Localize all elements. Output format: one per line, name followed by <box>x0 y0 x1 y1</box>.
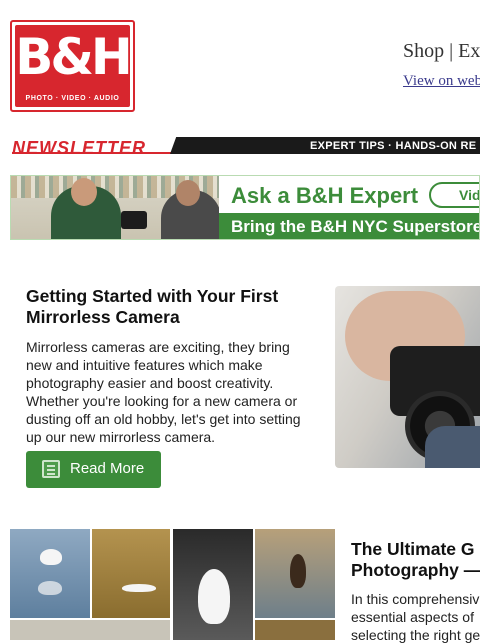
egret-shape <box>40 549 62 565</box>
bh-logo[interactable]: B&H PHOTO · VIDEO · AUDIO <box>10 20 135 112</box>
logo-badge: B&H PHOTO · VIDEO · AUDIO <box>15 25 133 107</box>
egret-reflection-shape <box>38 581 62 595</box>
header-links: Shop | Ex <box>403 40 480 63</box>
customer-head <box>176 180 200 206</box>
article2-title[interactable]: The Ultimate G Photography — <box>351 539 480 581</box>
article2-body-line2: essential aspects of <box>351 609 474 625</box>
video-chat-button[interactable]: Video <box>429 182 480 208</box>
newsletter-tagline: EXPERT TIPS · HANDS-ON RE <box>310 140 477 152</box>
article-icon <box>42 460 60 478</box>
expert-strip: Bring the B&H NYC Superstore Ri <box>219 213 480 239</box>
flying-bird-shape <box>122 584 156 592</box>
read-more-label: Read More <box>70 460 145 477</box>
logo-tagline: PHOTO · VIDEO · AUDIO <box>25 95 120 102</box>
egret-bw-photo <box>173 529 253 640</box>
article-title[interactable]: Getting Started with Your First Mirrorle… <box>26 286 316 328</box>
bird-photo-bottom-right <box>255 620 335 640</box>
ibis-photo <box>255 529 335 618</box>
ibis-shape <box>290 554 306 588</box>
article2-title-line1: The Ultimate G <box>351 539 475 559</box>
bird-photo-bottom-left <box>10 620 170 640</box>
camera-in-hand <box>121 211 147 229</box>
article2-body-line1: In this comprehensiv <box>351 591 480 607</box>
newsletter-title: NEWSLETTER <box>12 138 146 158</box>
expert-title: Ask a B&H Expert <box>231 183 419 208</box>
article-body: Mirrorless cameras are exciting, they br… <box>26 339 301 445</box>
expert-strip-text: Bring the B&H NYC Superstore Ri <box>231 217 480 236</box>
video-label: Video <box>459 187 480 203</box>
staff-head <box>71 178 97 206</box>
egret-reflection-photo <box>10 529 90 618</box>
article2-body-line3: selecting the right ge <box>351 627 480 643</box>
article2-title-line2: Photography — <box>351 560 480 580</box>
egret-bw-shape <box>198 569 230 624</box>
flying-bird-photo <box>92 529 170 618</box>
expert-text-area: Ask a B&H Expert Video Bring the B&H NYC… <box>219 176 480 239</box>
article2-body: In this comprehensiv essential aspects o… <box>351 590 480 644</box>
expert-photo <box>11 176 219 239</box>
explore-link[interactable]: Ex <box>458 40 480 62</box>
bird-photo-grid[interactable] <box>10 529 335 640</box>
view-on-web-link[interactable]: View on web <box>403 73 480 90</box>
link-separator: | <box>449 40 454 62</box>
logo-mark: B&H <box>15 28 133 86</box>
shop-link[interactable]: Shop <box>403 40 444 62</box>
mirrorless-camera-photo[interactable] <box>335 286 480 468</box>
read-more-button[interactable]: Read More <box>26 451 161 488</box>
newsletter-banner: NEWSLETTER EXPERT TIPS · HANDS-ON RE <box>10 137 480 159</box>
sleeve-shape <box>425 426 480 468</box>
ask-expert-banner[interactable]: Ask a B&H Expert Video Bring the B&H NYC… <box>10 175 480 240</box>
